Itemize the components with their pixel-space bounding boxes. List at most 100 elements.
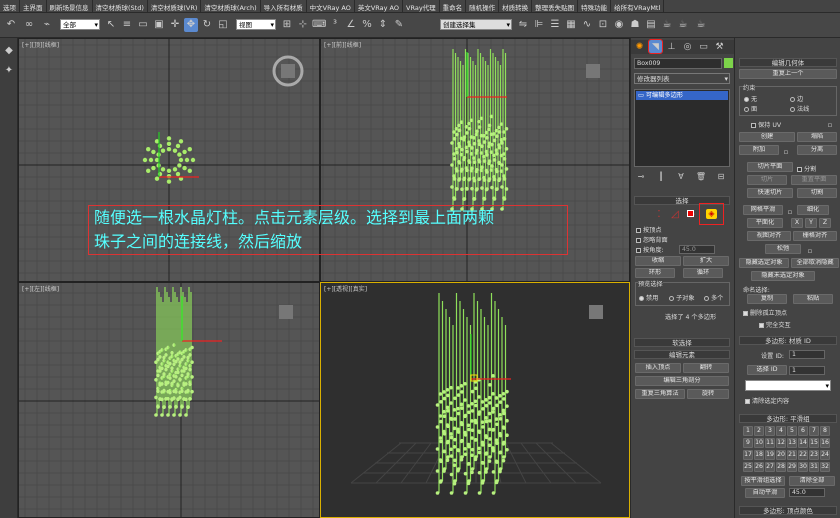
menu-item-8[interactable]: 英文VRay AO (355, 0, 404, 12)
render-iterative-icon[interactable]: ☕ (676, 18, 690, 32)
tessellate-button[interactable]: 细化 (797, 205, 829, 215)
material-name-dropdown[interactable] (745, 380, 831, 392)
smoothing-group-32[interactable]: 32 (820, 462, 830, 472)
quickslice-button[interactable]: 快速切片 (747, 188, 793, 198)
repeat-last-button[interactable]: 重复上一个 (739, 69, 837, 79)
select-move-active-icon[interactable]: ✥ (184, 18, 198, 32)
constraint-normal-radio[interactable]: 法线 (790, 104, 809, 113)
align-icon[interactable]: ⊫ (532, 18, 546, 32)
clear-all-button[interactable]: 清除全部 (789, 476, 835, 486)
schematic-icon[interactable]: ⊡ (596, 18, 610, 32)
edge-level-icon[interactable]: ◿ (669, 208, 681, 220)
mirror-icon[interactable]: ⇋ (516, 18, 530, 32)
copy-button[interactable]: 复制 (747, 294, 787, 304)
smoothing-group-29[interactable]: 29 (787, 462, 797, 472)
keyboard-shortcut-icon[interactable]: ⌨ (312, 18, 326, 32)
planar-z-button[interactable]: Z (819, 218, 831, 228)
smoothing-group-14[interactable]: 14 (798, 438, 808, 448)
snap-3d-icon[interactable]: ³ (328, 18, 342, 32)
smoothing-group-8[interactable]: 8 (820, 426, 830, 436)
smoothing-group-15[interactable]: 15 (809, 438, 819, 448)
angle-spinner[interactable]: 45.0 (679, 245, 715, 254)
select-id-button[interactable]: 选择 ID (747, 365, 787, 375)
retriangulate-button[interactable]: 重复三角算法 (635, 389, 685, 399)
menu-item-12[interactable]: 材质转换 (499, 0, 533, 12)
spinner-snap-icon[interactable]: ⇕ (376, 18, 390, 32)
smoothing-group-10[interactable]: 10 (754, 438, 764, 448)
view-align-button[interactable]: 视图对齐 (747, 231, 791, 241)
smoothing-group-23[interactable]: 23 (809, 450, 819, 460)
cut-button[interactable]: 切割 (797, 188, 837, 198)
make-unique-icon[interactable]: ∀ (675, 170, 687, 182)
modifier-list-dropdown[interactable]: 修改器列表 (634, 73, 730, 85)
utilities-tab-icon[interactable]: ⚒ (713, 40, 726, 53)
stack-expand-icon[interactable]: ▭ (638, 92, 646, 99)
edit-geometry-rollout-header[interactable]: 编辑几何体 (739, 58, 837, 67)
named-selection-set-dropdown[interactable]: 创建选择集 (440, 19, 512, 31)
smoothing-group-4[interactable]: 4 (776, 426, 786, 436)
select-by-sg-button[interactable]: 按平滑组选择 (741, 476, 785, 486)
preserve-uv-settings-icon[interactable]: ▫ (825, 118, 835, 129)
polygon-level-icon[interactable] (687, 210, 694, 217)
menu-item-13[interactable]: 整理丢失贴图 (532, 0, 579, 12)
menu-item-6[interactable]: 导入所有材质 (261, 0, 307, 12)
link-icon[interactable]: ∞ (22, 18, 36, 32)
smoothing-group-31[interactable]: 31 (809, 462, 819, 472)
menu-item-4[interactable]: 清空材质球(VR) (148, 0, 202, 12)
motion-tab-icon[interactable]: ◎ (681, 40, 694, 53)
ignore-backface-check[interactable]: 忽略背面 (636, 235, 668, 244)
smoothing-group-28[interactable]: 28 (776, 462, 786, 472)
menu-item-3[interactable]: 清空材质球(Std) (93, 0, 148, 12)
autosmooth-button[interactable]: 自动平滑 (745, 488, 785, 498)
hide-unselected-button[interactable]: 隐藏未选定对象 (751, 271, 815, 281)
viewport-left-label[interactable]: [+][左][线框] (22, 284, 59, 293)
smoothing-group-6[interactable]: 6 (798, 426, 808, 436)
object-name-field[interactable]: Box009 (634, 58, 722, 69)
smoothing-group-19[interactable]: 19 (765, 450, 775, 460)
window-crossing-icon[interactable]: ▣ (152, 18, 166, 32)
viewport-top-label[interactable]: [+][顶][线框] (22, 40, 59, 49)
angle-snap-icon[interactable]: ∠ (344, 18, 358, 32)
delete-isolated-check[interactable]: 删除孤立顶点 (743, 308, 787, 317)
by-angle-check[interactable]: 按角度: (636, 245, 664, 254)
by-vertex-check[interactable]: 按顶点 (636, 225, 662, 234)
meshsmooth-settings-icon[interactable]: ▫ (785, 205, 795, 216)
render-icon[interactable]: ☕ (660, 18, 674, 32)
reset-plane-button[interactable]: 重置平面 (791, 175, 837, 185)
select-id-spinner[interactable]: 1 (789, 366, 825, 375)
constraint-none-radio[interactable]: 无 (744, 94, 757, 103)
viewport-front-label[interactable]: [+][前][线框] (324, 40, 361, 49)
remove-modifier-icon[interactable]: 🗑 (695, 170, 707, 182)
modify-tab-icon[interactable]: ◥ (648, 39, 663, 54)
hierarchy-tab-icon[interactable]: ⊥ (665, 40, 678, 53)
pivot-icon[interactable]: ⊞ (280, 18, 294, 32)
curve-editor-icon[interactable]: ∿ (580, 18, 594, 32)
smoothing-group-24[interactable]: 24 (820, 450, 830, 460)
vertex-colors-rollout-header[interactable]: 多边形: 顶点颜色 (739, 506, 837, 515)
detach-button[interactable]: 分离 (797, 145, 837, 155)
smoothing-group-2[interactable]: 2 (754, 426, 764, 436)
grid-align-button[interactable]: 栅格对齐 (793, 231, 837, 241)
smoothing-groups-rollout-header[interactable]: 多边形: 平滑组 (739, 414, 837, 423)
loop-button[interactable]: 循环 (683, 268, 723, 278)
show-end-result-icon[interactable]: ┃ (655, 170, 667, 182)
display-tab-icon[interactable]: ▭ (697, 40, 710, 53)
graphite-icon[interactable]: ▦ (564, 18, 578, 32)
insert-vertex-button[interactable]: 插入顶点 (635, 363, 681, 373)
ring-button[interactable]: 环形 (635, 268, 675, 278)
material-ids-rollout-header[interactable]: 多边形: 材质 ID (739, 336, 837, 345)
menu-item-7[interactable]: 中文VRay AO (307, 0, 355, 12)
smoothing-group-13[interactable]: 13 (787, 438, 797, 448)
configure-sets-icon[interactable]: ⊟ (715, 170, 727, 182)
layer-manager-icon[interactable]: ☰ (548, 18, 562, 32)
object-color-swatch[interactable] (724, 58, 733, 68)
set-id-spinner[interactable]: 1 (789, 350, 825, 359)
attach-settings-icon[interactable]: ▫ (781, 145, 791, 156)
smoothing-group-21[interactable]: 21 (787, 450, 797, 460)
vray-light-icon[interactable]: ✦ (2, 64, 16, 78)
percent-snap-icon[interactable]: % (360, 18, 374, 32)
make-planar-button[interactable]: 平面化 (747, 218, 783, 228)
soft-selection-rollout-header[interactable]: 软选择 (634, 338, 730, 347)
select-manipulate-icon[interactable]: ⊹ (296, 18, 310, 32)
collapse-button[interactable]: 塌陷 (797, 132, 837, 142)
